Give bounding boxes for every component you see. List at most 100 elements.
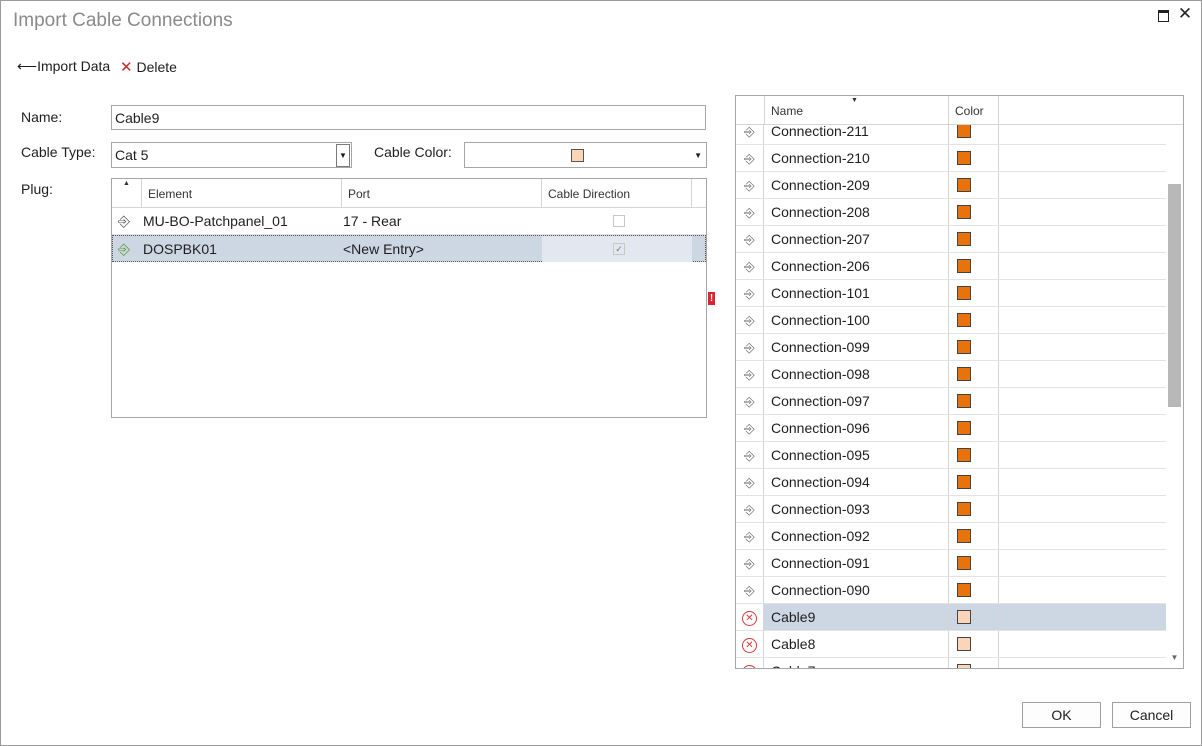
list-item[interactable]: ✕ Cable7: [736, 658, 1166, 668]
connection-name: Connection-098: [771, 366, 870, 382]
scroll-down-icon[interactable]: ▼: [1167, 650, 1182, 665]
vertical-scrollbar[interactable]: ▲ ▼: [1166, 96, 1183, 668]
connection-color-cell[interactable]: [948, 226, 999, 252]
chevron-down-icon[interactable]: ▼: [336, 144, 350, 167]
list-item[interactable]: ⎆ Connection-093: [736, 496, 1166, 523]
list-item[interactable]: ⎆ Connection-094: [736, 469, 1166, 496]
plug-icon: ⎆: [736, 172, 764, 198]
connection-name: Cable9: [771, 609, 816, 625]
connection-color-cell[interactable]: [948, 253, 999, 279]
connection-color-cell[interactable]: [948, 442, 999, 468]
table-row[interactable]: ⎆ DOSPBK01 <New Entry> ✓: [112, 235, 706, 262]
close-icon[interactable]: ✕: [1177, 5, 1193, 22]
list-item[interactable]: ⎆ Connection-098: [736, 361, 1166, 388]
scrollbar-thumb[interactable]: [1168, 184, 1181, 407]
list-item[interactable]: ✕ Cable9: [736, 604, 1166, 631]
connection-color-cell[interactable]: [948, 658, 999, 668]
list-item[interactable]: ⎆ Connection-206: [736, 253, 1166, 280]
table-row[interactable]: ⎆ MU-BO-Patchpanel_01 17 - Rear: [112, 208, 706, 235]
cable-color-label: Cable Color:: [374, 144, 452, 160]
connection-color-cell[interactable]: [948, 496, 999, 522]
color-swatch: [957, 178, 971, 192]
color-swatch: [957, 421, 971, 435]
connection-color-cell[interactable]: [948, 361, 999, 387]
sort-descending-icon: ▼: [851, 97, 858, 104]
import-data-button[interactable]: ⟵Import Data: [17, 58, 110, 75]
arrow-left-icon: ⟵: [17, 58, 38, 74]
connection-color-cell[interactable]: [948, 577, 999, 603]
connection-color-cell[interactable]: [948, 307, 999, 333]
cable-type-select[interactable]: Cat 5 ▼: [111, 142, 352, 168]
connection-color-cell[interactable]: [948, 280, 999, 306]
connection-name: Cable7: [771, 658, 948, 668]
column-header-icon: [736, 96, 765, 124]
plug-icon: ⎆: [736, 415, 764, 441]
connection-color-cell[interactable]: [948, 172, 999, 198]
connection-color-cell[interactable]: [948, 550, 999, 576]
cable-direction-checkbox[interactable]: ✓: [542, 236, 692, 262]
column-header-name[interactable]: Name ▼: [765, 96, 949, 124]
column-header-color[interactable]: Color: [949, 96, 999, 124]
connection-color-cell[interactable]: [948, 469, 999, 495]
name-input[interactable]: Cable9: [111, 105, 706, 130]
list-item[interactable]: ⎆ Connection-095: [736, 442, 1166, 469]
connection-color-cell[interactable]: [948, 604, 999, 630]
connection-name: Connection-209: [771, 177, 870, 193]
cable-direction-checkbox[interactable]: [542, 208, 692, 234]
color-swatch: [957, 286, 971, 300]
plug-grid-header: ▲ Element Port Cable Direction: [112, 179, 706, 208]
column-header-port[interactable]: Port: [342, 179, 542, 207]
list-item[interactable]: ⎆ Connection-207: [736, 226, 1166, 253]
connection-color-cell[interactable]: [948, 145, 999, 171]
connection-name: Connection-094: [771, 474, 870, 490]
list-item[interactable]: ⎆ Connection-096: [736, 415, 1166, 442]
connections-grid-header: Name ▼ Color: [736, 96, 1183, 125]
connection-name: Cable8: [771, 636, 816, 652]
list-item[interactable]: ⎆ Connection-099: [736, 334, 1166, 361]
list-item[interactable]: ⎆ Connection-091: [736, 550, 1166, 577]
ok-button[interactable]: OK: [1022, 702, 1101, 728]
plug-icon: ⎆: [118, 213, 131, 230]
connection-color-cell[interactable]: [948, 523, 999, 549]
color-swatch: [957, 664, 971, 668]
plug-icon: ⎆: [736, 226, 764, 252]
connection-name: Connection-097: [771, 393, 870, 409]
row-port[interactable]: <New Entry>: [343, 236, 542, 262]
column-header-element[interactable]: Element: [142, 179, 342, 207]
list-item[interactable]: ⎆ Connection-100: [736, 307, 1166, 334]
connection-color-cell[interactable]: [948, 199, 999, 225]
import-data-label: Import Data: [37, 58, 111, 74]
plug-icon: ⎆: [736, 361, 764, 387]
list-item[interactable]: ⎆ Connection-210: [736, 145, 1166, 172]
connection-name: Connection-207: [771, 231, 870, 247]
list-item[interactable]: ⎆ Connection-090: [736, 577, 1166, 604]
sort-ascending-icon[interactable]: ▲: [112, 179, 142, 207]
connection-name: Connection-101: [771, 285, 870, 301]
connection-color-cell[interactable]: [948, 631, 999, 657]
list-item[interactable]: ⎆ Connection-101: [736, 280, 1166, 307]
maximize-icon[interactable]: [1158, 10, 1169, 22]
color-swatch: [957, 313, 971, 327]
color-swatch: [957, 367, 971, 381]
list-item[interactable]: ⎆ Connection-097: [736, 388, 1166, 415]
dialog-window: Import Cable Connections ✕ ⟵Import Data …: [0, 0, 1202, 746]
delete-button[interactable]: ✕ Delete: [120, 58, 177, 76]
list-item[interactable]: ⎆ Connection-209: [736, 172, 1166, 199]
list-item[interactable]: ⎆ Connection-092: [736, 523, 1166, 550]
column-header-cable-direction[interactable]: Cable Direction: [542, 179, 692, 207]
connection-color-cell[interactable]: [948, 334, 999, 360]
connection-name: Connection-100: [771, 312, 870, 328]
list-item[interactable]: ⎆ Connection-208: [736, 199, 1166, 226]
list-item[interactable]: ✕ Cable8: [736, 631, 1166, 658]
cancel-button[interactable]: Cancel: [1112, 702, 1191, 728]
connection-color-cell[interactable]: [948, 388, 999, 414]
plug-icon: ⎆: [736, 442, 764, 468]
plug-icon: ⎆: [736, 577, 764, 603]
cable-color-select[interactable]: ▼: [464, 142, 707, 168]
connection-name: Connection-206: [771, 258, 870, 274]
name-label: Name:: [21, 109, 63, 125]
plug-icon: ⎆: [736, 388, 764, 414]
plug-grid: ▲ Element Port Cable Direction ⎆ MU-BO-P…: [111, 178, 707, 418]
connection-color-cell[interactable]: [948, 415, 999, 441]
plug-icon: ⎆: [736, 523, 764, 549]
